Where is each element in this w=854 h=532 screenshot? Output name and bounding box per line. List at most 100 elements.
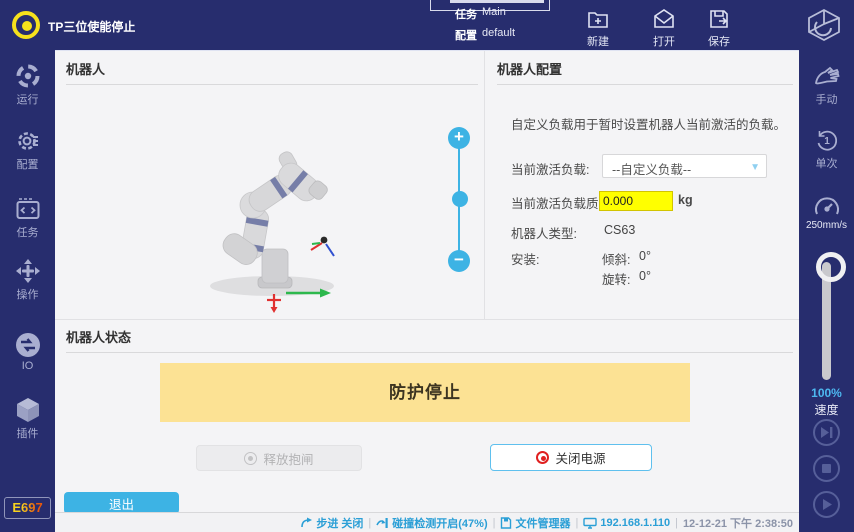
speed-percent: 100% xyxy=(799,386,854,400)
release-brake-label: 释放抱闸 xyxy=(263,449,313,468)
save-icon xyxy=(696,7,742,31)
sidebar-item-label: 配置 xyxy=(0,156,55,172)
left-sidebar: 运行 配置 任务 操作 IO xyxy=(0,50,55,532)
enable-indicator-dot xyxy=(22,21,32,31)
file-manager-icon xyxy=(500,517,512,529)
datetime-status: 12-12-21 下午 2:38:50 xyxy=(683,515,793,531)
cube-icon xyxy=(0,397,55,423)
payload-mass-unit: kg xyxy=(678,193,693,207)
config-value[interactable]: default xyxy=(482,27,515,39)
play-button[interactable] xyxy=(813,491,840,518)
brake-circle-icon xyxy=(244,452,257,465)
tilt-label: 倾斜: xyxy=(602,249,630,268)
stop-button[interactable] xyxy=(813,455,840,482)
open-button-label: 打开 xyxy=(641,33,687,49)
step-forward-button[interactable] xyxy=(813,419,840,446)
open-button[interactable]: 打开 xyxy=(641,7,687,47)
single-run-button[interactable]: 1 单次 xyxy=(799,127,854,171)
collision-detect-status[interactable]: 碰撞检测开启(47%) xyxy=(376,515,487,531)
new-file-icon xyxy=(575,7,621,31)
sidebar-item-label: 任务 xyxy=(0,224,55,240)
sidebar-item-label: IO xyxy=(0,360,55,372)
sidebar-item-io[interactable]: IO xyxy=(0,332,55,372)
robot-3d-viewport[interactable] xyxy=(60,81,480,316)
panel-divider-vertical xyxy=(484,51,485,319)
error-code-badge[interactable]: E697 xyxy=(4,497,51,519)
new-button[interactable]: 新建 xyxy=(575,7,621,47)
tcp-frame-axes xyxy=(311,237,334,256)
chevron-down-icon: ▼ xyxy=(750,162,760,173)
single-cycle-icon: 1 xyxy=(799,127,854,153)
sidebar-item-task[interactable]: 任务 xyxy=(0,196,55,240)
manual-mode-button[interactable]: 手动 xyxy=(799,63,854,107)
svg-text:1: 1 xyxy=(824,136,830,147)
safeguard-stop-banner: 防护停止 xyxy=(160,363,690,422)
speed-label: 速度 xyxy=(799,401,854,418)
status-panel-title: 机器人状态 xyxy=(66,327,793,353)
release-brake-button[interactable]: 释放抱闸 xyxy=(196,445,362,471)
power-off-label: 关闭电源 xyxy=(555,448,605,467)
zoom-slider-knob[interactable] xyxy=(452,191,468,207)
payload-description: 自定义负载用于暂时设置机器人当前激活的负载。 xyxy=(511,114,791,133)
step-icon xyxy=(300,517,313,529)
active-payload-value: --自定义负载-- xyxy=(612,159,691,178)
io-icon xyxy=(0,332,55,358)
move-arrows-icon xyxy=(0,258,55,284)
config-label: 配置 xyxy=(455,27,477,43)
speed-slider-knob[interactable] xyxy=(816,252,846,282)
sidebar-item-label: 运行 xyxy=(0,91,55,107)
speed-value-label: 250mm/s xyxy=(799,220,854,231)
task-value[interactable]: Main xyxy=(482,6,506,18)
exit-button[interactable]: 退出 xyxy=(64,492,179,514)
right-sidebar: 手动 1 单次 250mm/s 100% 速度 xyxy=(799,50,854,532)
config-panel-title: 机器人配置 xyxy=(497,59,793,85)
zoom-out-button[interactable]: − xyxy=(448,250,470,272)
error-code-text: E697 xyxy=(12,500,42,515)
active-payload-dropdown[interactable]: --自定义负载-- ▼ xyxy=(602,154,767,178)
sidebar-item-plugin[interactable]: 插件 xyxy=(0,397,55,441)
speedometer-icon xyxy=(799,194,854,218)
top-popup-remnant-bar xyxy=(450,0,544,3)
panel-divider-horizontal xyxy=(55,319,799,320)
active-payload-label: 当前激活负载: xyxy=(511,159,589,178)
run-icon xyxy=(0,63,55,89)
collision-icon xyxy=(376,517,389,529)
top-bar: TP三位使能停止 任务 Main 配置 default 新建 打开 保存 xyxy=(0,0,854,50)
power-circle-icon xyxy=(536,451,549,464)
save-button[interactable]: 保存 xyxy=(696,7,742,47)
sidebar-item-configure[interactable]: 配置 xyxy=(0,128,55,172)
separator: | xyxy=(575,517,578,529)
step-mode-status[interactable]: 步进 关闭 xyxy=(300,515,363,531)
hand-icon xyxy=(799,63,854,89)
sidebar-item-operate[interactable]: 操作 xyxy=(0,258,55,302)
zoom-in-button[interactable]: + xyxy=(448,127,470,149)
enable-status-text: TP三位使能停止 xyxy=(48,18,135,35)
manual-mode-label: 手动 xyxy=(799,91,854,107)
mount-label: 安装: xyxy=(511,249,539,268)
task-label: 任务 xyxy=(455,6,477,22)
save-button-label: 保存 xyxy=(696,33,742,49)
rotation-label: 旋转: xyxy=(602,269,630,288)
robot-type-value: CS63 xyxy=(604,223,635,237)
separator: | xyxy=(368,517,371,529)
sidebar-item-label: 插件 xyxy=(0,425,55,441)
robot-type-label: 机器人类型: xyxy=(511,223,577,242)
main-content: 机器人 机器人配置 机器人状态 xyxy=(55,50,799,532)
separator: | xyxy=(675,517,678,529)
speed-gauge-button[interactable]: 250mm/s xyxy=(799,194,854,231)
open-icon xyxy=(641,7,687,31)
single-run-label: 单次 xyxy=(799,155,854,171)
code-window-icon xyxy=(0,196,55,222)
teach-pendant-screen: TP三位使能停止 任务 Main 配置 default 新建 打开 保存 xyxy=(0,0,854,532)
new-button-label: 新建 xyxy=(575,33,621,49)
sidebar-item-label: 操作 xyxy=(0,286,55,302)
separator: | xyxy=(493,517,496,529)
brand-logo-icon xyxy=(805,8,843,47)
network-icon xyxy=(583,517,597,529)
file-manager-link[interactable]: 文件管理器 xyxy=(500,515,570,531)
tilt-value: 0° xyxy=(639,249,651,263)
payload-mass-input[interactable] xyxy=(599,191,673,211)
rotation-value: 0° xyxy=(639,269,651,283)
sidebar-item-run[interactable]: 运行 xyxy=(0,63,55,107)
power-off-button[interactable]: 关闭电源 xyxy=(490,444,652,471)
